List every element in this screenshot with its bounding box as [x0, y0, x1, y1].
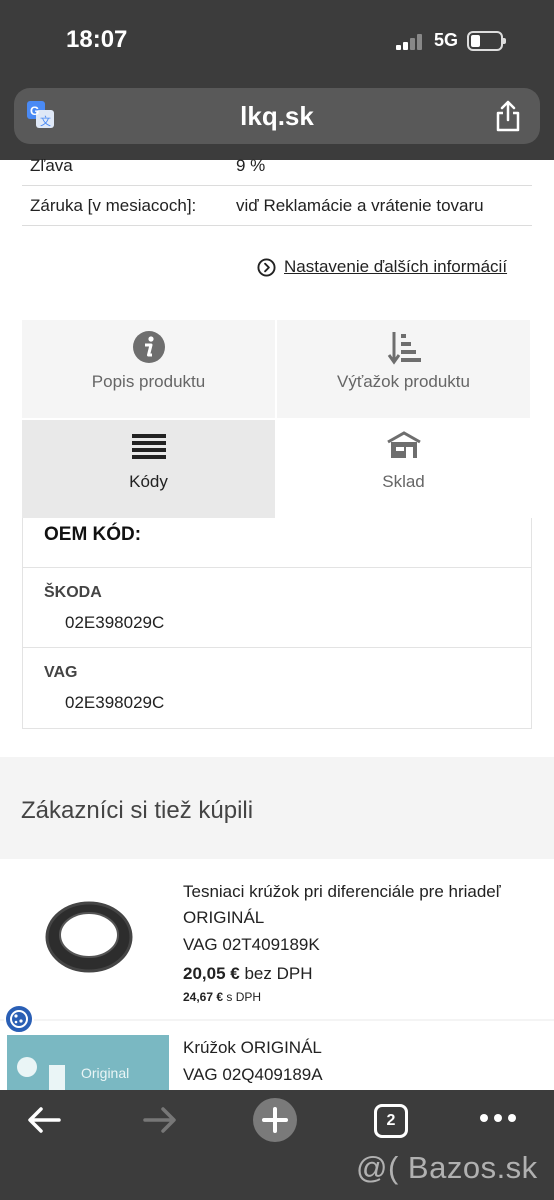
image-shape — [17, 1057, 37, 1077]
url-text[interactable]: lkq.sk — [14, 101, 540, 132]
price-net-value: 20,05 € — [183, 964, 240, 983]
watermark: @( Bazos.sk — [356, 1150, 538, 1185]
battery-icon — [467, 31, 506, 51]
signal-icon — [396, 32, 426, 50]
also-bought-section: Zákazníci si tiež kúpili Tesniaci krúžok… — [0, 757, 554, 1090]
tab-product-description[interactable]: Popis produktu — [22, 320, 275, 418]
status-time: 18:07 — [66, 26, 128, 53]
spec-value: 9 % — [236, 156, 266, 175]
spec-value[interactable]: viď Reklamácie a vrátenie tovaru — [236, 196, 484, 216]
divider — [23, 647, 531, 648]
price-gross-value: 24,67 € — [183, 990, 224, 1004]
tab-label: Popis produktu — [91, 372, 206, 391]
divider — [23, 567, 531, 568]
more-info-label[interactable]: Nastavenie ďalších informácií — [284, 257, 507, 277]
price-net: 20,05 € bez DPH — [183, 964, 312, 984]
new-tab-button[interactable] — [253, 1098, 297, 1142]
warehouse-icon — [386, 431, 421, 458]
spec-key: Zľava — [30, 156, 73, 175]
product-image[interactable]: Original — [7, 1035, 169, 1090]
tab-label: Výťažok produktu — [336, 372, 470, 391]
price-net-suffix: bez DPH — [239, 964, 313, 983]
tab-codes[interactable]: Kódy — [22, 420, 275, 518]
share-icon[interactable] — [494, 100, 522, 132]
spec-row: Záruka [v mesiacoch]: viď Reklamácie a v… — [22, 186, 532, 226]
browser-top-bar: 18:07 5G G 文 lkq.sk — [0, 0, 554, 160]
tab-warehouse[interactable]: Sklad — [277, 420, 530, 518]
product-code: VAG 02Q409189A — [183, 1065, 323, 1084]
forward-arrow-icon[interactable] — [142, 1104, 178, 1136]
spec-key: Záruka [v mesiacoch]: — [30, 196, 197, 215]
tab-switcher-button[interactable]: 2 — [374, 1104, 408, 1138]
product-card[interactable]: Tesniaci krúžok pri diferenciále pre hri… — [0, 859, 554, 1019]
plus-icon — [262, 1107, 288, 1133]
cookie-icon — [10, 1010, 28, 1028]
tab-label: Sklad — [382, 472, 425, 491]
section-title: Zákazníci si tiež kúpili — [21, 797, 254, 824]
product-image[interactable] — [7, 873, 169, 995]
image-text: Original — [81, 1065, 130, 1081]
cookie-settings-button[interactable] — [4, 1004, 34, 1034]
back-arrow-icon[interactable] — [26, 1104, 62, 1136]
oem-brand: VAG — [44, 664, 78, 681]
chevron-circle-icon — [257, 257, 276, 277]
product-code: VAG 02T409189K — [183, 935, 320, 954]
oem-heading: OEM KÓD: — [44, 524, 142, 545]
seal-ring-image — [45, 901, 133, 973]
oem-code: 02E398029C — [65, 613, 165, 632]
tab-label: Kódy — [129, 472, 168, 491]
product-name[interactable]: Tesniaci krúžok pri diferenciále pre hri… — [183, 879, 543, 931]
product-tabs: Popis produktu Výťažok produktu Kódy Skl… — [22, 320, 532, 518]
product-card[interactable]: Original Krúžok ORIGINÁL VAG 02Q409189A — [0, 1021, 554, 1090]
price-gross-suffix: s DPH — [223, 990, 262, 1004]
price-gross: 24,67 € s DPH — [183, 990, 261, 1004]
sort-icon — [387, 332, 421, 365]
more-menu-icon[interactable] — [480, 1114, 516, 1124]
product-name[interactable]: Krúžok ORIGINÁL — [183, 1035, 543, 1061]
image-shape — [49, 1065, 65, 1090]
oem-brand: ŠKODA — [44, 584, 102, 601]
oem-code: 02E398029C — [65, 693, 165, 712]
more-info-link[interactable]: Nastavenie ďalších informácií — [257, 257, 507, 277]
info-icon — [132, 331, 165, 363]
tab-product-yield[interactable]: Výťažok produktu — [277, 320, 530, 418]
oem-codes-panel: OEM KÓD: ŠKODA 02E398029C VAG 02E398029C — [22, 518, 532, 729]
spec-row: Zľava 9 % — [22, 146, 532, 186]
url-bar[interactable]: G 文 lkq.sk — [14, 88, 540, 144]
network-type: 5G — [434, 30, 459, 50]
list-icon — [131, 434, 166, 459]
